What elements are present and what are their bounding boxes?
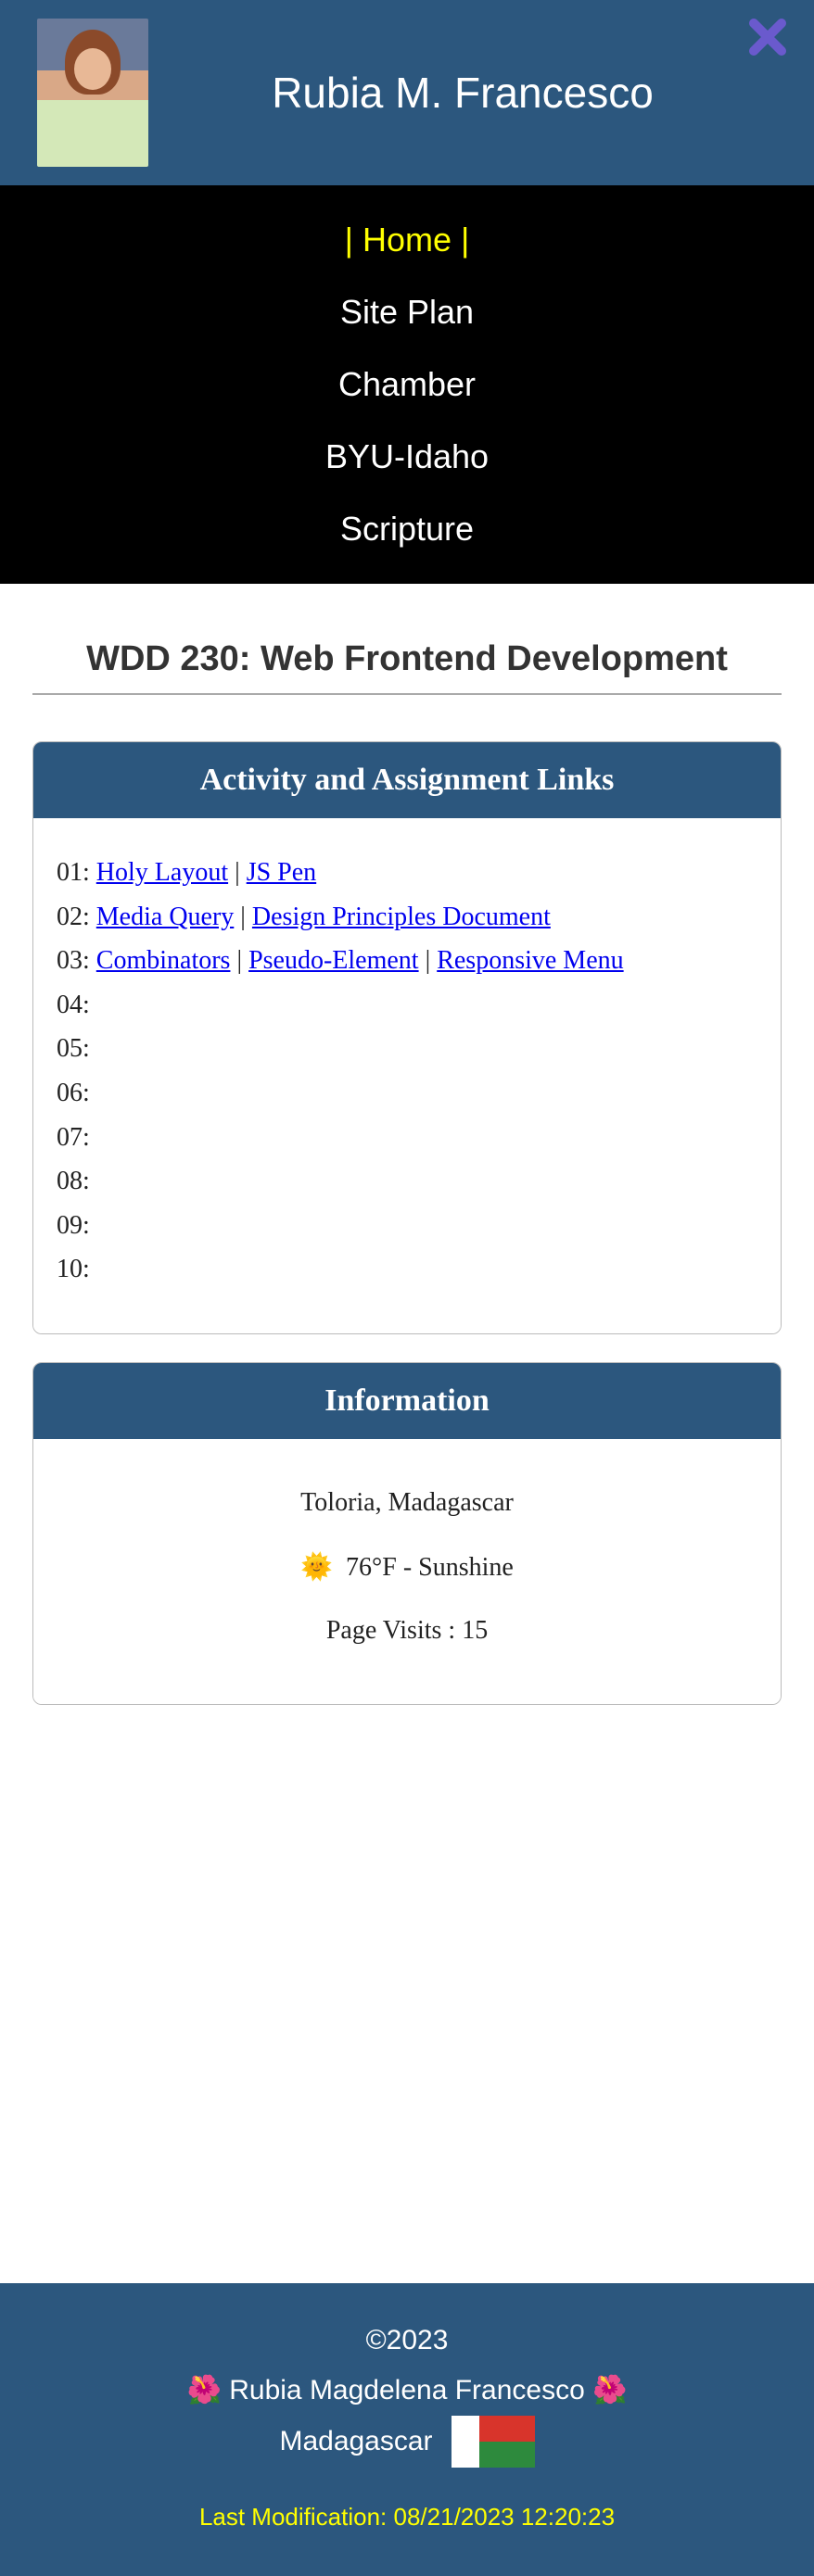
page-title: WDD 230: Web Frontend Development: [32, 639, 782, 695]
page-header: Rubia M. Francesco: [0, 0, 814, 185]
separator: |: [230, 946, 248, 975]
activity-prefix: 02:: [57, 903, 96, 931]
nav-item-site-plan[interactable]: Site Plan: [0, 276, 814, 348]
nav-item-home[interactable]: | Home |: [0, 204, 814, 276]
activity-link[interactable]: Combinators: [96, 946, 231, 975]
activity-prefix: 10:: [57, 1255, 90, 1283]
last-mod-value: 08/21/2023 12:20:23: [394, 2503, 616, 2531]
activity-link[interactable]: Responsive Menu: [437, 946, 623, 975]
footer-country-line: Madagascar: [279, 2416, 534, 2468]
nav-item-scripture[interactable]: Scripture: [0, 493, 814, 565]
information-card: Information Toloria, Madagascar 🌞 76°F -…: [32, 1362, 782, 1705]
footer-name-line: 🌺 Rubia Magdelena Francesco 🌺: [19, 2366, 795, 2416]
activity-row: 08:: [57, 1159, 757, 1204]
activity-prefix: 08:: [57, 1167, 90, 1195]
activities-card: Activity and Assignment Links 01: Holy L…: [32, 741, 782, 1334]
visits-count: 15: [462, 1616, 488, 1645]
footer-name: Rubia Magdelena Francesco: [229, 2375, 585, 2406]
activities-heading: Activity and Assignment Links: [33, 742, 781, 818]
sun-icon: 🌞: [300, 1551, 333, 1583]
activity-prefix: 01:: [57, 858, 96, 887]
activity-link[interactable]: Pseudo-Element: [248, 946, 419, 975]
activity-row: 02: Media Query | Design Principles Docu…: [57, 895, 757, 940]
activity-prefix: 06:: [57, 1079, 90, 1107]
info-visits: Page Visits : 15: [57, 1599, 757, 1662]
activity-link[interactable]: Media Query: [96, 903, 235, 931]
last-mod-label: Last Modification:: [199, 2503, 394, 2531]
nav-item-byu-idaho[interactable]: BYU-Idaho: [0, 421, 814, 493]
avatar: [37, 19, 148, 167]
nav-item-chamber[interactable]: Chamber: [0, 348, 814, 421]
info-location: Toloria, Madagascar: [57, 1471, 757, 1534]
activity-link[interactable]: JS Pen: [247, 858, 316, 887]
activity-row: 05:: [57, 1027, 757, 1071]
activity-prefix: 07:: [57, 1123, 90, 1152]
activity-prefix: 05:: [57, 1034, 90, 1063]
separator: |: [419, 946, 438, 975]
information-heading: Information: [33, 1363, 781, 1439]
activity-row: 03: Combinators | Pseudo-Element | Respo…: [57, 939, 757, 983]
separator: |: [234, 903, 252, 931]
activity-row: 07:: [57, 1116, 757, 1160]
activity-link[interactable]: Holy Layout: [96, 858, 228, 887]
activity-link[interactable]: Design Principles Document: [252, 903, 551, 931]
separator: |: [228, 858, 247, 887]
activity-row: 10:: [57, 1247, 757, 1292]
main-content: WDD 230: Web Frontend Development Activi…: [0, 584, 814, 2283]
activity-prefix: 03:: [57, 946, 96, 975]
activity-row: 01: Holy Layout | JS Pen: [57, 851, 757, 895]
footer-copyright: ©2023: [19, 2316, 795, 2366]
information-body: Toloria, Madagascar 🌞 76°F - Sunshine Pa…: [33, 1439, 781, 1704]
footer-country: Madagascar: [279, 2417, 432, 2467]
flower-icon: 🌺: [187, 2375, 222, 2406]
activity-row: 04:: [57, 983, 757, 1028]
activities-body: 01: Holy Layout | JS Pen02: Media Query …: [33, 818, 781, 1333]
page-footer: ©2023 🌺 Rubia Magdelena Francesco 🌺 Mada…: [0, 2283, 814, 2576]
weather-text: 76°F - Sunshine: [346, 1553, 514, 1582]
madagascar-flag-icon: [452, 2416, 535, 2468]
footer-last-mod: Last Modification: 08/21/2023 12:20:23: [19, 2495, 795, 2539]
close-icon[interactable]: [744, 14, 791, 60]
visits-label: Page Visits :: [326, 1616, 462, 1645]
activity-row: 09:: [57, 1204, 757, 1248]
main-nav: | Home | Site Plan Chamber BYU-Idaho Scr…: [0, 185, 814, 584]
flower-icon: 🌺: [592, 2375, 627, 2406]
activity-prefix: 04:: [57, 991, 90, 1019]
header-title: Rubia M. Francesco: [148, 68, 777, 118]
info-weather: 🌞 76°F - Sunshine: [57, 1534, 757, 1599]
activity-prefix: 09:: [57, 1211, 90, 1240]
activity-row: 06:: [57, 1071, 757, 1116]
